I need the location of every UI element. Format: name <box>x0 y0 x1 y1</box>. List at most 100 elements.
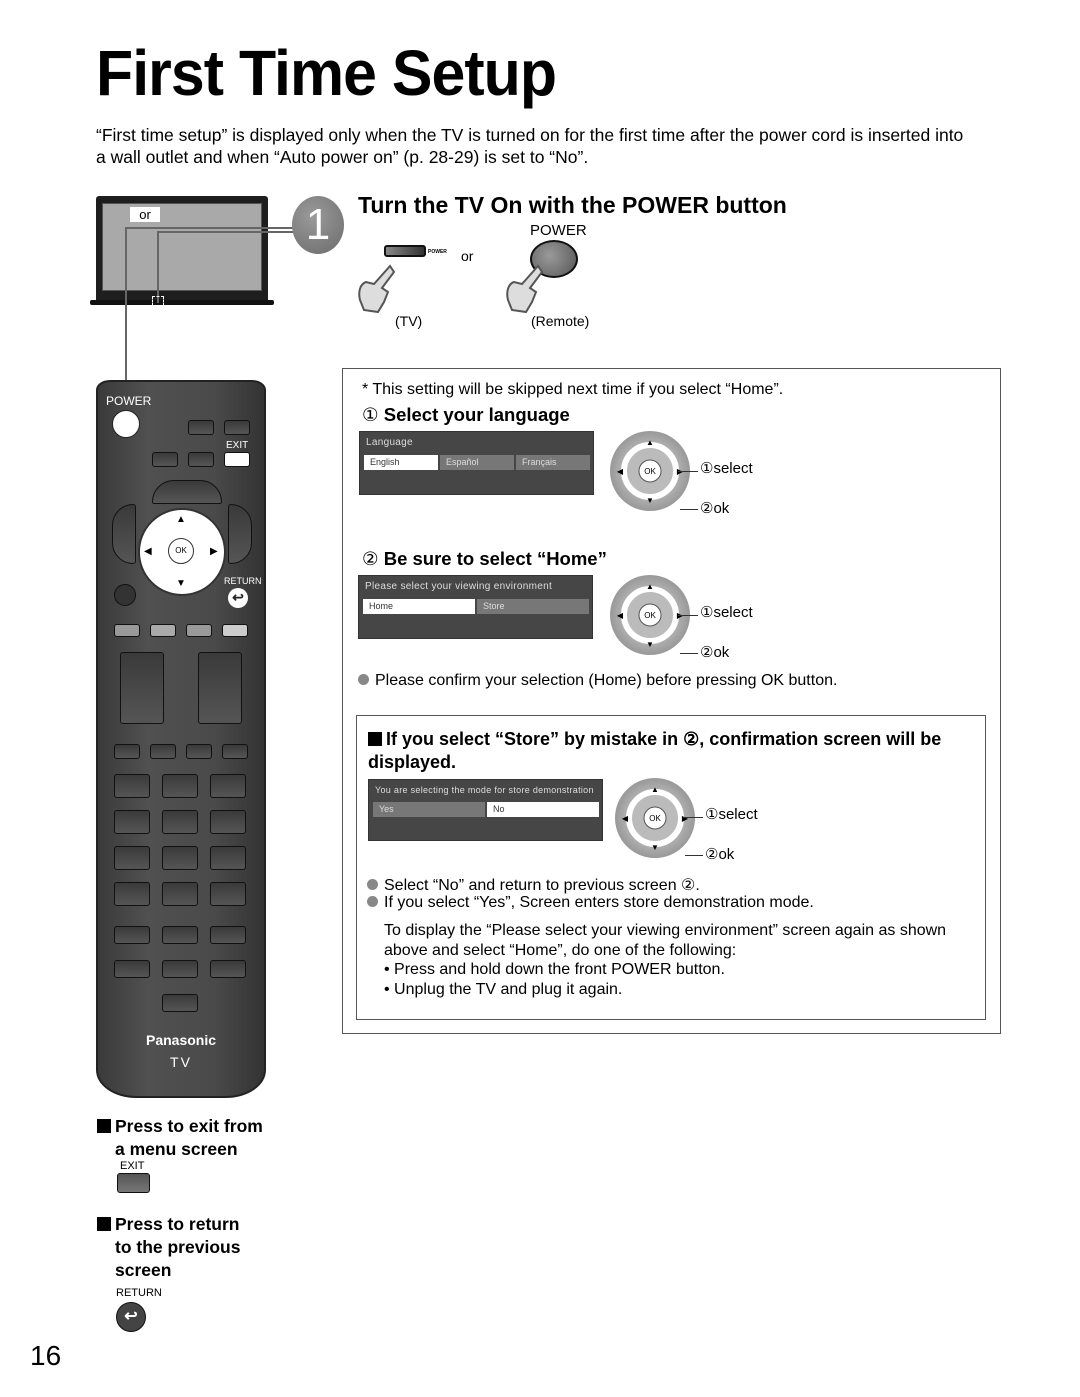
redisplay-step: • Unplug the TV and plug it again. <box>384 980 623 998</box>
select-text: select <box>718 806 758 823</box>
up-arrow-icon[interactable]: ▲ <box>176 514 186 525</box>
select-label: ①select <box>700 603 753 621</box>
language-option-francais[interactable]: Français <box>516 455 590 470</box>
remote-number-button[interactable] <box>114 846 150 870</box>
return-note-line: screen <box>115 1260 172 1280</box>
remote-caption: (Remote) <box>531 313 590 329</box>
remote-number-button[interactable] <box>162 810 198 834</box>
svg-text:▼: ▼ <box>651 843 659 852</box>
remote-exit-label: EXIT <box>226 440 249 451</box>
language-heading: ① Select your language <box>362 404 570 426</box>
remote-button[interactable] <box>210 926 246 944</box>
page-number: 16 <box>30 1340 62 1371</box>
or-label: or <box>461 248 474 264</box>
select-label: ①select <box>705 805 758 823</box>
redisplay-instructions: To display the “Please select your viewi… <box>384 921 974 999</box>
tv-or-label: or <box>130 207 160 222</box>
confirm-option-yes[interactable]: Yes <box>373 802 485 817</box>
store-mistake-heading: If you select “Store” by mistake in ②, c… <box>368 728 983 774</box>
tv-power-text: POWER <box>428 249 447 255</box>
callout-line <box>125 227 127 387</box>
environment-option-store[interactable]: Store <box>477 599 589 614</box>
remote-button[interactable] <box>186 744 212 759</box>
remote-button[interactable] <box>150 744 176 759</box>
confirm-option-no[interactable]: No <box>487 802 599 817</box>
svg-text:▼: ▼ <box>646 640 654 649</box>
language-osd: Language English Español Français <box>359 431 594 495</box>
remote-button[interactable] <box>152 452 178 467</box>
remote-number-button[interactable] <box>210 882 246 906</box>
square-bullet-icon <box>97 1217 111 1231</box>
osd-title: Please select your viewing environment <box>365 581 553 592</box>
dpad-illustration: OK ▲ ▼ ◀ ▶ <box>615 778 695 858</box>
step-number-badge: 1 <box>292 196 344 254</box>
return-arrow-icon[interactable]: ↩ <box>228 588 248 608</box>
remote-number-button[interactable] <box>162 846 198 870</box>
tv-caption: (TV) <box>395 313 423 329</box>
step-marker: ② <box>362 548 379 569</box>
language-option-english[interactable]: English <box>364 455 438 470</box>
remote-arc-button[interactable] <box>152 480 222 504</box>
environment-osd: Please select your viewing environment H… <box>358 575 593 639</box>
remote-number-button[interactable] <box>210 846 246 870</box>
remote-rocker-button[interactable] <box>198 652 242 724</box>
redisplay-step: • Press and hold down the front POWER bu… <box>384 961 725 978</box>
ok-label: ②ok <box>700 499 729 517</box>
ok-label: ②ok <box>705 845 734 863</box>
language-option-espanol[interactable]: Español <box>440 455 514 470</box>
remote-exit-button[interactable] <box>224 452 250 467</box>
store-mistake-heading-text: If you select “Store” by mistake in ②, c… <box>368 729 942 772</box>
bullet-icon <box>367 879 378 890</box>
remote-button[interactable] <box>188 452 214 467</box>
remote-button[interactable] <box>224 420 250 435</box>
remote-arc-button[interactable] <box>228 504 252 564</box>
remote-button[interactable] <box>162 960 198 978</box>
remote-number-button[interactable] <box>162 774 198 798</box>
remote-color-button[interactable] <box>150 624 176 637</box>
svg-text:◀: ◀ <box>617 467 624 476</box>
svg-text:OK: OK <box>649 814 661 823</box>
remote-button[interactable] <box>222 744 248 759</box>
callout-line <box>680 653 698 654</box>
remote-number-button[interactable] <box>114 882 150 906</box>
select-text: select <box>713 604 753 621</box>
remote-color-button[interactable] <box>222 624 248 637</box>
remote-number-button[interactable] <box>210 810 246 834</box>
svg-text:▲: ▲ <box>651 785 659 794</box>
right-arrow-icon[interactable]: ▶ <box>210 546 218 557</box>
tv-power-button-marker <box>152 296 164 306</box>
remote-color-button[interactable] <box>114 624 140 637</box>
tv-stand <box>90 300 274 305</box>
remote-number-button[interactable] <box>114 810 150 834</box>
remote-button[interactable] <box>114 744 140 759</box>
remote-number-button[interactable] <box>114 774 150 798</box>
remote-rocker-button[interactable] <box>120 652 164 724</box>
remote-button[interactable] <box>210 960 246 978</box>
remote-button[interactable] <box>114 926 150 944</box>
callout-line <box>125 227 295 229</box>
select-marker: ① <box>700 460 714 477</box>
ok-marker: ② <box>700 644 714 661</box>
left-arrow-icon[interactable]: ◀ <box>144 546 152 557</box>
ok-text: ok <box>713 644 730 661</box>
remote-button[interactable] <box>188 420 214 435</box>
remote-ok-button[interactable]: OK <box>168 538 194 564</box>
environment-heading-text: Be sure to select “Home” <box>383 548 607 569</box>
remote-round-button[interactable] <box>114 584 136 606</box>
select-label: ①select <box>700 459 753 477</box>
remote-color-button[interactable] <box>186 624 212 637</box>
down-arrow-icon[interactable]: ▼ <box>176 578 186 589</box>
remote-brand-logo: Panasonic <box>145 1032 217 1048</box>
remote-arc-button[interactable] <box>112 504 136 564</box>
tv-power-button[interactable] <box>384 245 426 257</box>
svg-text:▶: ▶ <box>682 814 689 823</box>
remote-power-button[interactable] <box>112 410 140 438</box>
remote-button[interactable] <box>162 994 198 1012</box>
return-arrow-icon: ↩ <box>116 1302 146 1332</box>
remote-button[interactable] <box>114 960 150 978</box>
remote-number-button[interactable] <box>210 774 246 798</box>
environment-option-home[interactable]: Home <box>363 599 475 614</box>
remote-number-button[interactable] <box>162 882 198 906</box>
ok-marker: ② <box>700 500 714 517</box>
remote-button[interactable] <box>162 926 198 944</box>
